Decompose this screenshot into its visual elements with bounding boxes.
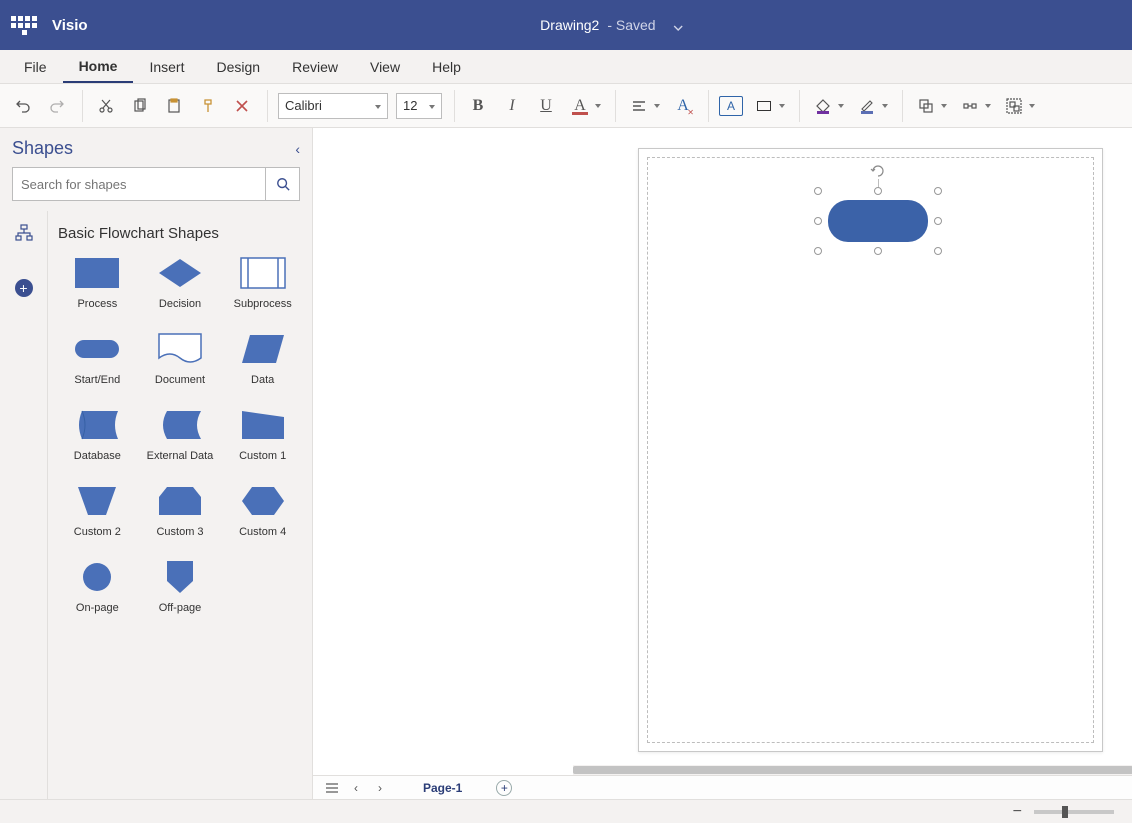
shape-externaldata[interactable]: External Data (141, 408, 220, 462)
clear-format-button[interactable]: A✕ (670, 93, 696, 119)
shape-custom2[interactable]: Custom 2 (58, 484, 137, 538)
shape-custom1[interactable]: Custom 1 (223, 408, 302, 462)
ribbon-tabs: File Home Insert Design Review View Help (0, 50, 1132, 84)
page-margin (647, 157, 1094, 743)
next-page-button[interactable]: › (373, 781, 387, 795)
page-tab-bar: ‹ › Page-1 + (313, 775, 1132, 799)
bold-button[interactable]: B (465, 93, 491, 119)
resize-handle-s[interactable] (874, 247, 882, 255)
arrange-button[interactable] (913, 93, 949, 119)
line-color-button[interactable] (854, 93, 890, 119)
library-title: Basic Flowchart Shapes (58, 225, 302, 242)
shape-custom4[interactable]: Custom 4 (223, 484, 302, 538)
drawing-page[interactable] (638, 148, 1103, 752)
shape-custom3[interactable]: Custom 3 (141, 484, 220, 538)
align-button[interactable] (626, 93, 662, 119)
app-name: Visio (52, 17, 88, 34)
shape-data[interactable]: Data (223, 332, 302, 386)
resize-handle-w[interactable] (814, 217, 822, 225)
canvas[interactable] (313, 128, 1132, 775)
resize-handle-ne[interactable] (934, 187, 942, 195)
shape-library: Basic Flowchart Shapes Process Decision … (48, 211, 312, 799)
page-list-icon[interactable] (325, 781, 339, 795)
shape-database[interactable]: Database (58, 408, 137, 462)
horizontal-scrollbar[interactable] (573, 765, 1132, 775)
add-page-button[interactable]: + (496, 780, 512, 796)
document-status: - Saved (607, 17, 655, 33)
ribbon: Calibri 12 B I U A A✕ A (0, 84, 1132, 128)
format-painter-button[interactable] (195, 93, 221, 119)
stencil-rail: + (0, 211, 48, 799)
shape-body[interactable] (828, 200, 928, 242)
delete-button[interactable] (229, 93, 255, 119)
tab-insert[interactable]: Insert (133, 50, 200, 83)
canvas-pane: ‹ › Page-1 + (313, 128, 1132, 799)
status-bar: − (0, 799, 1132, 823)
scrollbar-thumb[interactable] (573, 766, 1132, 774)
collapse-panel-button[interactable]: ‹ (295, 141, 300, 157)
shape-outline-button[interactable] (751, 93, 787, 119)
textbox-button[interactable]: A (719, 96, 743, 116)
tab-review[interactable]: Review (276, 50, 354, 83)
tab-home[interactable]: Home (63, 50, 134, 83)
app-launcher-icon[interactable] (10, 11, 38, 39)
font-size-selector[interactable]: 12 (396, 93, 442, 119)
font-color-button[interactable]: A (567, 93, 603, 119)
resize-handle-se[interactable] (934, 247, 942, 255)
chevron-down-icon (674, 20, 684, 30)
document-title[interactable]: Drawing2 - Saved (540, 17, 683, 33)
shapes-panel: Shapes ‹ + Basic Flowchart Shapes (0, 128, 313, 799)
search-button[interactable] (265, 168, 299, 200)
shape-decision[interactable]: Decision (141, 256, 220, 310)
document-name: Drawing2 (540, 17, 599, 33)
undo-button[interactable] (10, 93, 36, 119)
shape-subprocess[interactable]: Subprocess (223, 256, 302, 310)
selected-shape[interactable] (818, 191, 938, 251)
zoom-out-button[interactable]: − (1013, 803, 1022, 821)
shape-document[interactable]: Document (141, 332, 220, 386)
add-stencil-button[interactable]: + (15, 279, 33, 297)
font-name-selector[interactable]: Calibri (278, 93, 388, 119)
resize-handle-n[interactable] (874, 187, 882, 195)
tab-view[interactable]: View (354, 50, 416, 83)
resize-handle-e[interactable] (934, 217, 942, 225)
page-tab-1[interactable]: Page-1 (415, 781, 470, 795)
copy-button[interactable] (127, 93, 153, 119)
shapes-panel-title: Shapes (12, 138, 73, 159)
prev-page-button[interactable]: ‹ (349, 781, 363, 795)
position-button[interactable] (957, 93, 993, 119)
stencil-tree-icon[interactable] (14, 223, 34, 243)
redo-button[interactable] (44, 93, 70, 119)
tab-file[interactable]: File (8, 50, 63, 83)
group-button[interactable] (1001, 93, 1037, 119)
shape-fill-button[interactable] (810, 93, 846, 119)
zoom-thumb[interactable] (1062, 806, 1068, 818)
cut-button[interactable] (93, 93, 119, 119)
underline-button[interactable]: U (533, 93, 559, 119)
resize-handle-nw[interactable] (814, 187, 822, 195)
zoom-slider[interactable] (1034, 810, 1114, 814)
italic-button[interactable]: I (499, 93, 525, 119)
shapes-search (12, 167, 300, 201)
shape-process[interactable]: Process (58, 256, 137, 310)
paste-button[interactable] (161, 93, 187, 119)
shape-offpage[interactable]: Off-page (141, 560, 220, 614)
tab-help[interactable]: Help (416, 50, 477, 83)
shape-onpage[interactable]: On-page (58, 560, 137, 614)
tab-design[interactable]: Design (200, 50, 276, 83)
shapes-search-input[interactable] (13, 168, 265, 200)
rotate-handle[interactable] (870, 163, 886, 179)
shape-startend[interactable]: Start/End (58, 332, 137, 386)
resize-handle-sw[interactable] (814, 247, 822, 255)
title-bar: Visio Drawing2 - Saved (0, 0, 1132, 50)
